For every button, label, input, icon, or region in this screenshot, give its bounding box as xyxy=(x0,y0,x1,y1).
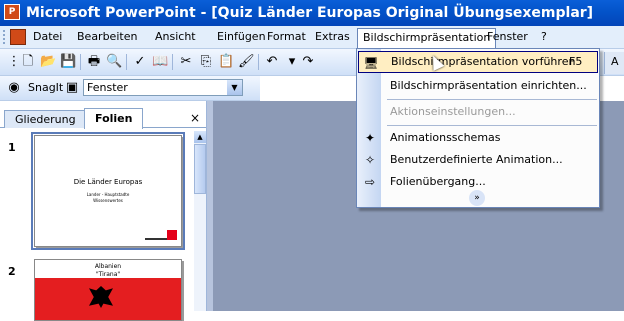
menu-fenster[interactable]: Fenster xyxy=(482,29,533,45)
formatting-toolbar-edge[interactable]: A xyxy=(604,52,624,74)
menu-bar: Datei Bearbeiten Ansicht Einfügen Format… xyxy=(0,26,624,49)
menu-item-aktionseinstellungen: Aktionseinstellungen... xyxy=(358,101,598,123)
slides-pane: Gliederung Folien × 1 Die Länder Europas… xyxy=(0,101,207,321)
cut-icon[interactable]: ✂ xyxy=(178,54,194,70)
slide-footer-mark xyxy=(167,230,177,240)
expand-menu-icon[interactable]: » xyxy=(469,190,485,206)
slide-title: Die Länder Europas xyxy=(73,178,143,186)
menu-item-label: Bildschirmpräsentation einrichten... xyxy=(390,79,587,92)
snagit-label[interactable]: SnagIt xyxy=(28,81,63,94)
menu-separator xyxy=(387,125,597,126)
slide-thumbnail-2[interactable]: Albanien "Tirana" xyxy=(34,259,182,321)
shortcut-label: F5 xyxy=(569,55,583,68)
font-dropdown-text[interactable]: A xyxy=(611,55,619,68)
save-icon[interactable]: 💾 xyxy=(60,54,76,70)
slide-thumbnail-1[interactable]: Die Länder Europas Lander - Hauptstadte … xyxy=(31,132,185,250)
toolbar-separator xyxy=(172,54,173,70)
scroll-up-icon[interactable]: ▲ xyxy=(194,131,206,143)
powerpoint-icon[interactable]: P xyxy=(4,4,20,20)
print-preview-icon[interactable]: 🔍 xyxy=(106,54,122,70)
capture-mode-combo[interactable]: Fenster xyxy=(83,79,243,96)
toolbar-separator xyxy=(80,54,81,70)
slide-title: "Tirana" xyxy=(95,271,121,278)
slide-canvas-edge xyxy=(207,101,213,311)
albania-flag xyxy=(35,278,181,320)
print-icon[interactable]: 🖶 xyxy=(86,54,102,70)
menu-item-praesentation-einrichten[interactable]: Bildschirmpräsentation einrichten... xyxy=(358,75,598,97)
menu-separator xyxy=(387,99,597,100)
menu-item-benutzerdefinierte-animation[interactable]: ✧ Benutzerdefinierte Animation... xyxy=(358,149,598,171)
undo-icon[interactable]: ↶ xyxy=(264,54,280,70)
menu-format[interactable]: Format xyxy=(262,29,311,45)
menu-item-animationsschemas[interactable]: ✦ Animationsschemas xyxy=(358,127,598,149)
capture-mode-value: Fenster xyxy=(87,81,128,94)
document-icon[interactable] xyxy=(10,29,26,45)
title-bar: P Microsoft PowerPoint - [Quiz Länder Eu… xyxy=(0,0,624,26)
snagit-profile-icon[interactable]: ▣ xyxy=(64,80,80,96)
menu-bearbeiten[interactable]: Bearbeiten xyxy=(72,29,142,45)
chevron-down-icon[interactable] xyxy=(227,80,242,95)
slide-footer-line xyxy=(145,238,167,240)
menu-extras[interactable]: Extras xyxy=(310,29,355,45)
toolbar-grip[interactable] xyxy=(3,30,8,44)
toolbar-separator xyxy=(126,54,127,70)
spelling-icon[interactable]: ✓ xyxy=(132,54,148,70)
slide-transition-icon: ⇨ xyxy=(364,175,376,189)
custom-animation-icon: ✧ xyxy=(364,153,376,167)
research-icon[interactable]: 📖 xyxy=(152,54,168,70)
menu-datei[interactable]: Datei xyxy=(28,29,67,45)
format-painter-icon[interactable]: 🖌 xyxy=(238,54,255,70)
slide-subtitle: Wissenswertes xyxy=(93,198,123,203)
snagit-capture-icon[interactable]: ◉ xyxy=(6,80,22,96)
undo-dropdown-icon[interactable]: ▾ xyxy=(284,54,300,70)
animation-schemes-icon: ✦ xyxy=(364,131,376,145)
copy-icon[interactable]: ⎘ xyxy=(198,54,214,70)
close-icon[interactable]: × xyxy=(188,111,202,125)
snagit-toolbar: ◉ SnagIt ▣ Fenster xyxy=(0,76,260,101)
vertical-scrollbar[interactable]: ▲ xyxy=(194,131,206,311)
menu-item-praesentation-vorfuehren[interactable]: 🖥 Bildschirmpräsentation vorführen F5 xyxy=(358,51,598,73)
slide-title: Albanien xyxy=(94,263,122,270)
slide-number: 2 xyxy=(8,265,16,278)
paste-icon[interactable]: 📋 xyxy=(218,54,234,70)
bildschirmpraesentation-menu: 🖥 Bildschirmpräsentation vorführen F5 Bi… xyxy=(356,48,600,208)
scroll-thumb[interactable] xyxy=(194,144,206,194)
pane-tabs: Gliederung Folien × xyxy=(0,107,206,129)
menu-ansicht[interactable]: Ansicht xyxy=(150,29,201,45)
tab-folien[interactable]: Folien xyxy=(84,108,144,129)
open-icon[interactable]: 📂 xyxy=(40,54,56,70)
menu-item-label: Animationsschemas xyxy=(390,131,501,144)
menu-item-label: Folienübergang... xyxy=(390,175,486,188)
menu-item-label: Bildschirmpräsentation vorführen xyxy=(391,55,576,68)
eagle-icon xyxy=(89,286,113,308)
menu-item-label: Aktionseinstellungen... xyxy=(390,105,516,118)
redo-icon[interactable]: ↷ xyxy=(300,54,316,70)
menu-help[interactable]: ? xyxy=(536,29,552,45)
new-icon[interactable]: 🗋 xyxy=(20,54,36,70)
slide-number: 1 xyxy=(8,141,16,154)
tab-gliederung[interactable]: Gliederung xyxy=(4,110,87,128)
menu-bildschirmpraesentation[interactable]: Bildschirmpräsentation xyxy=(357,28,497,48)
slideshow-icon: 🖥 xyxy=(363,56,379,70)
menu-item-label: Benutzerdefinierte Animation... xyxy=(390,153,563,166)
window-title: Microsoft PowerPoint - [Quiz Länder Euro… xyxy=(26,5,594,21)
toolbar-separator xyxy=(258,54,259,70)
